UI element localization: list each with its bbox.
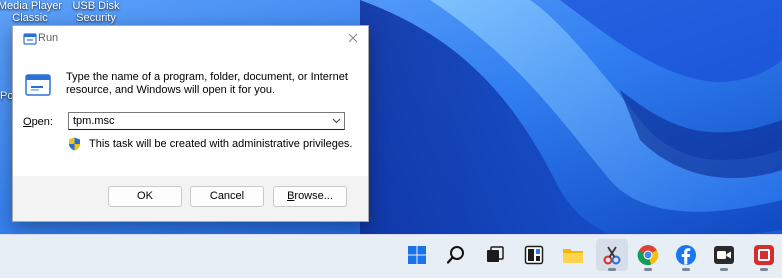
widgets-icon [524,245,544,265]
desktop-icon-usb-disk-security[interactable]: USB Disk Security [60,0,132,24]
title-bar[interactable]: Run [13,26,368,53]
running-indicator [760,268,768,271]
open-label: Open: [23,116,53,128]
taskbar [0,234,782,278]
open-label-accelerator: O [23,116,32,128]
taskbar-widgets-button[interactable] [518,239,550,271]
taskbar-zoom-button[interactable] [708,239,740,271]
close-icon [348,33,358,43]
chevron-down-icon [332,118,340,124]
taskbar-file-explorer-button[interactable] [557,239,589,271]
app-icon [754,245,774,265]
desktop-icon-label: USB Disk [72,0,120,12]
close-button[interactable] [338,26,368,50]
desktop-icon-media-player-classic[interactable]: Media Player Classic [0,0,66,24]
taskbar-start-button[interactable] [401,239,433,271]
run-dialog: Run Type the name of a program, folder, … [12,25,369,222]
search-icon [446,246,464,264]
running-indicator [608,268,616,271]
snipping-tool-icon [603,246,621,265]
taskbar-task-view-button[interactable] [479,239,511,271]
taskbar-app-button[interactable] [748,239,780,271]
task-view-icon [487,246,504,262]
desktop-icon-label: Security [76,12,116,24]
browse-label: rowse... [294,190,333,202]
file-explorer-icon [563,249,583,263]
run-app-icon [23,33,37,45]
taskbar-search-button[interactable] [440,239,472,271]
run-icon [25,74,51,96]
admin-note: This task will be created with administr… [89,138,353,150]
browse-button[interactable]: Browse... [273,186,347,207]
open-input-value: tpm.msc [73,115,115,127]
ok-button[interactable]: OK [108,186,182,207]
dropdown-button[interactable] [330,115,342,127]
running-indicator [682,268,690,271]
zoom-icon [714,246,734,264]
cancel-button[interactable]: Cancel [190,186,264,207]
windows-start-icon [408,246,426,264]
open-input[interactable]: tpm.msc [68,112,345,130]
desktop-icon-label: Media Player [0,0,63,12]
taskbar-chrome-button[interactable] [632,239,664,271]
uac-shield-icon [69,137,80,151]
facebook-icon [676,245,696,265]
taskbar-facebook-button[interactable] [670,239,702,271]
running-indicator [720,268,728,271]
desktop: Media Player Classic USB Disk Security P… [0,0,782,278]
running-indicator [644,268,652,271]
desktop-icon-label: Classic [12,12,48,24]
dialog-description: Type the name of a program, folder, docu… [66,71,348,96]
dialog-title: Run [38,32,59,44]
taskbar-snipping-tool-button[interactable] [596,239,628,271]
open-label-text: pen: [31,116,53,128]
chrome-icon [637,245,659,266]
